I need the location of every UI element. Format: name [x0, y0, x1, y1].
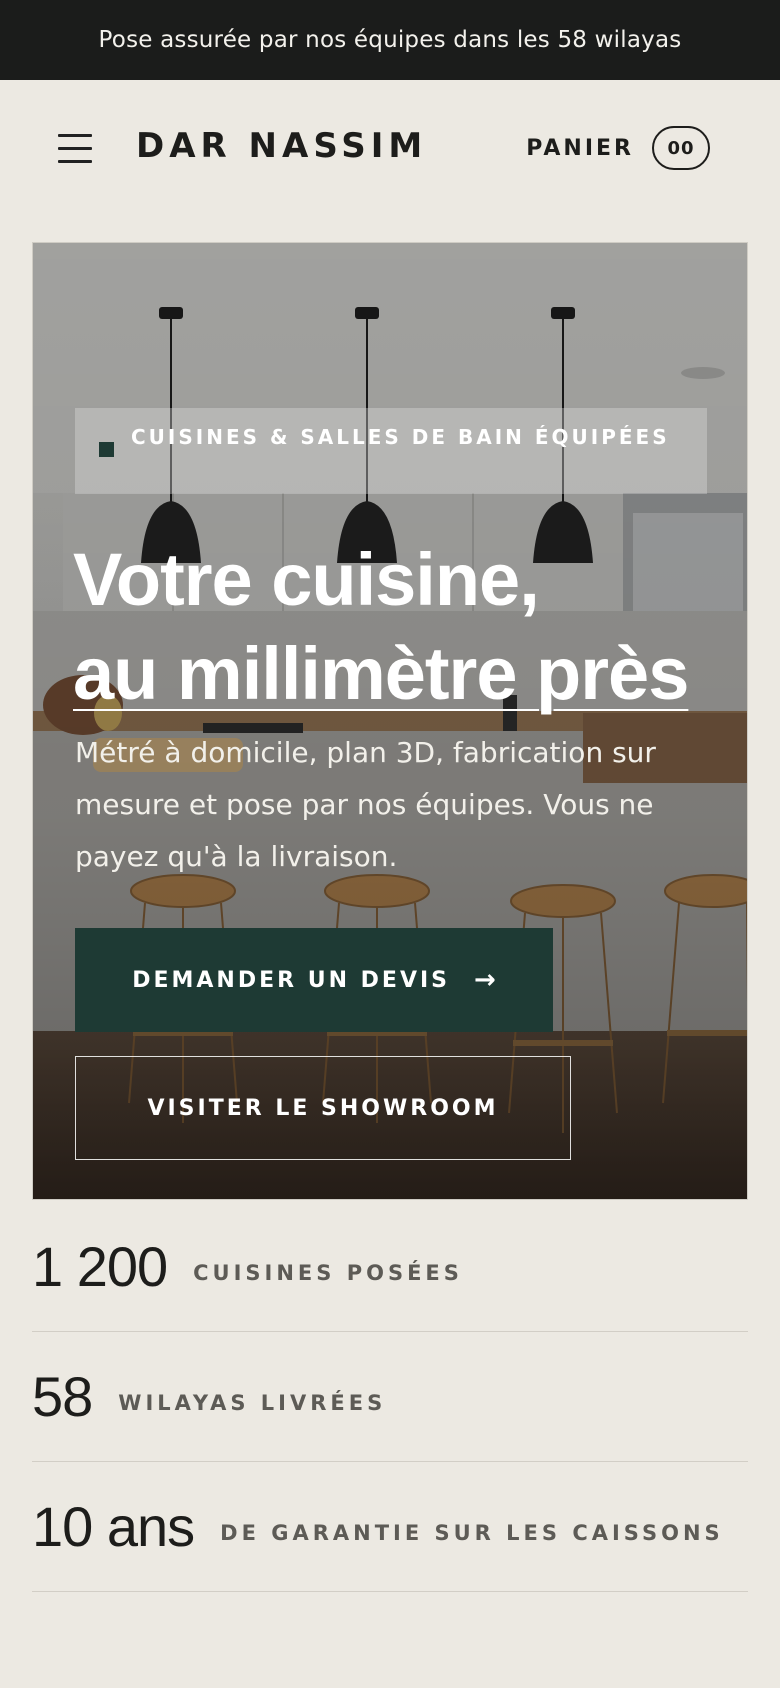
request-quote-button[interactable]: DEMANDER UN DEVIS → — [75, 928, 553, 1032]
tag-square-icon — [99, 442, 114, 457]
stat-item: 1 200 CUISINES POSÉES — [32, 1202, 748, 1332]
arrow-right-icon: → — [474, 965, 496, 995]
hero-title: Votre cuisine, au millimètre près — [73, 533, 723, 721]
cart-button[interactable]: PANIER 00 — [526, 126, 710, 170]
hamburger-icon[interactable] — [58, 132, 94, 164]
site-header: DAR NASSIM PANIER 00 — [0, 80, 780, 220]
cart-label: PANIER — [526, 135, 634, 161]
announcement-text: Pose assurée par nos équipes dans les 58… — [98, 27, 682, 53]
hero-title-line2: au millimètre près — [73, 632, 689, 715]
cart-count-badge: 00 — [652, 126, 710, 170]
hero-tag: CUISINES & SALLES DE BAIN ÉQUIPÉES — [75, 408, 707, 494]
stat-label: CUISINES POSÉES — [193, 1260, 463, 1285]
announcement-bar: Pose assurée par nos équipes dans les 58… — [0, 0, 780, 80]
site-logo[interactable]: DAR NASSIM — [136, 126, 427, 166]
hero-section: CUISINES & SALLES DE BAIN ÉQUIPÉES Votre… — [32, 242, 748, 1200]
stat-item: 58 WILAYAS LIVRÉES — [32, 1332, 748, 1462]
stat-item: 10 ans DE GARANTIE SUR LES CAISSONS — [32, 1462, 748, 1592]
visit-showroom-button[interactable]: VISITER LE SHOWROOM — [75, 1056, 571, 1160]
stat-value: 58 — [32, 1365, 93, 1428]
stat-value: 10 ans — [32, 1495, 195, 1558]
hero-subtitle: Métré à domicile, plan 3D, fabrication s… — [75, 736, 656, 873]
hero-tag-text: CUISINES & SALLES DE BAIN ÉQUIPÉES — [131, 425, 670, 449]
stat-label: WILAYAS LIVRÉES — [118, 1390, 387, 1415]
stat-label: DE GARANTIE SUR LES CAISSONS — [220, 1520, 724, 1545]
stats-list: 1 200 CUISINES POSÉES 58 WILAYAS LIVRÉES… — [32, 1202, 748, 1592]
hero-title-line1: Votre cuisine, — [73, 538, 540, 621]
stat-value: 1 200 — [32, 1235, 168, 1298]
visit-showroom-label: VISITER LE SHOWROOM — [147, 1095, 499, 1121]
request-quote-label: DEMANDER UN DEVIS — [132, 967, 450, 993]
